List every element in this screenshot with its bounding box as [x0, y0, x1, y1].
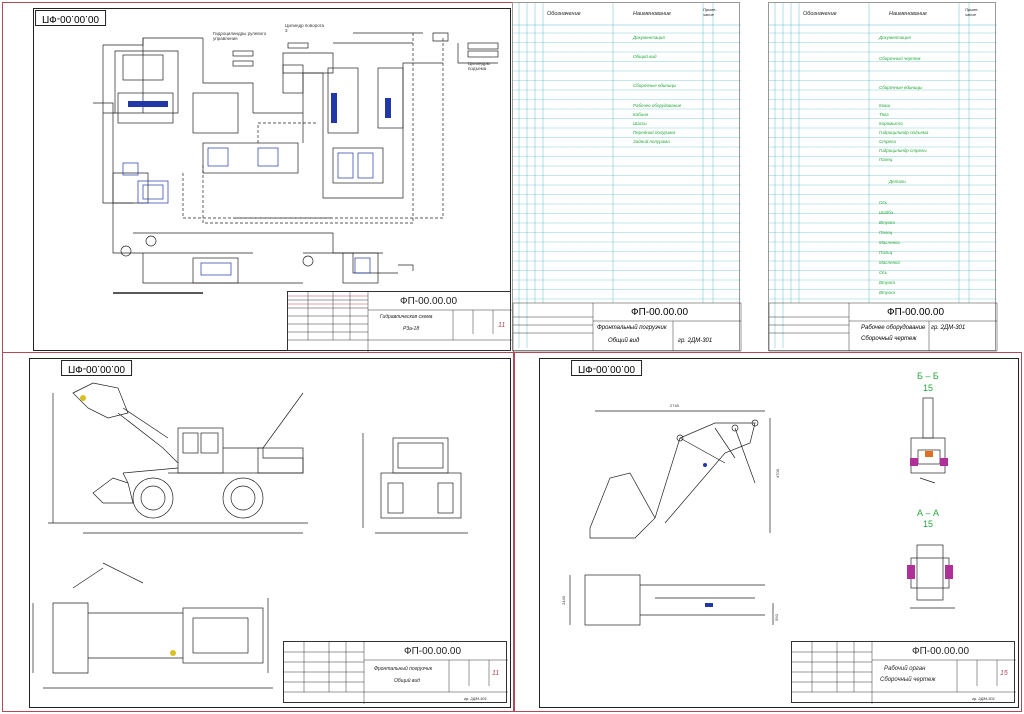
spec-row: Втулка	[879, 290, 896, 295]
stamp-subtitle: Р3а-18	[403, 326, 420, 332]
sheet-general-view: 00.00.00-ФП ФП-00.00.00 Фронтальный погр…	[2, 352, 514, 712]
sheet-working-body: 00.00.00-ФП 2745 4700 2440 550 Б – Б 15 …	[514, 352, 1022, 712]
stamp-subtitle: Общий вид	[608, 338, 640, 344]
stamp-group: гр. 2ДМ-301	[931, 325, 966, 331]
section-bb-label: Б – Б	[917, 371, 939, 381]
stamp-title: Рабочее оборудование	[861, 325, 926, 331]
title-block: ФП-00.00.00 Рабочий орган Сборочный черт…	[791, 641, 1016, 704]
spec-row: Сборочный чертеж	[879, 56, 921, 61]
spec-row: Гидроцилиндр подъема	[879, 130, 929, 135]
stamp-subtitle: Сборочный чертеж	[861, 336, 917, 342]
spec-row: Задний полурама	[633, 139, 670, 144]
label-lift-cylinders: Цилиндры подъема	[468, 61, 490, 71]
spec-row: Масленка	[879, 240, 900, 245]
dimension-plan-2: 550	[773, 614, 779, 621]
spec-row: Документация	[879, 35, 911, 40]
spec-header-note: Приме-чание	[965, 7, 979, 17]
stamp-title: Фронтальный погрузчик	[374, 666, 433, 672]
spec-row: Шайба	[879, 210, 894, 215]
sheet-specification-1: Обозначение Наименование Приме-чание Док…	[512, 2, 742, 352]
spec-grid	[512, 3, 742, 352]
stamp-code: ФП-00.00.00	[912, 646, 970, 657]
spec-row: Тяга	[879, 112, 889, 117]
dimension-top: 2745	[670, 403, 679, 408]
spec-row: Сборочные единицы	[633, 83, 677, 88]
spec-row: Втулка	[879, 220, 896, 225]
spec-header-name: Наименование	[889, 11, 927, 17]
spec-header-name: Наименование	[633, 11, 671, 17]
spec-row: Рабочее оборудование	[633, 103, 682, 108]
spec-row: Масленка	[879, 260, 900, 265]
section-aa-scale: 15	[923, 519, 934, 529]
stamp-subtitle: Сборочный чертеж	[880, 677, 936, 683]
spec-row: Палец	[879, 230, 893, 235]
spec-row: Ось	[879, 200, 888, 205]
stamp-title: Фронтальный погрузчик	[597, 325, 667, 331]
sheet-number: 11	[498, 322, 506, 329]
spec-row: Шасси	[633, 121, 647, 126]
title-block: ФП-00.00.00 Гидравлическая схема Р3а-18 …	[287, 291, 512, 352]
sheet-number: 11	[492, 670, 500, 677]
dimension-plan: 2440	[560, 596, 566, 605]
spec-row: Стрела	[879, 139, 896, 144]
stamp-subtitle: Общий вид	[394, 678, 421, 684]
spec-row: Сборочные единицы	[879, 85, 923, 90]
spec-row: Передний полурама	[633, 130, 676, 135]
sheet-hydraulic-scheme: 00.00.00-ФП Гидроцилиндры рулевого управ…	[2, 2, 514, 355]
stamp-title: Гидравлическая схема	[380, 314, 433, 320]
stamp-group: гр. 2ДМ-301	[972, 696, 995, 701]
stamp-code: ФП-00.00.00	[404, 646, 462, 657]
spec-row: Пальц	[879, 250, 893, 255]
section-bb-scale: 15	[923, 383, 934, 393]
spec-row: Детали	[889, 179, 906, 184]
label-steering-cylinders: Гидроцилиндры рулевого управления	[213, 31, 267, 41]
spec-row: Гидроцилиндр стрелы	[879, 148, 927, 153]
spec-row: Палец	[879, 157, 893, 162]
stamp-group: гр. 2ДМ-301	[464, 696, 487, 701]
stamp-code: ФП-00.00.00	[887, 307, 945, 318]
spec-row: Коромысло	[879, 121, 903, 126]
stamp-group: гр. 2ДМ-301	[678, 338, 713, 344]
spec-row: Ковш	[879, 103, 891, 108]
sheet-specification-2: Обозначение Наименование Приме-чание Док…	[768, 2, 998, 352]
title-block: ФП-00.00.00 Фронтальный погрузчик Общий …	[283, 641, 508, 704]
sheet-number: 15	[1000, 670, 1008, 677]
section-aa-label: А – А	[917, 508, 940, 518]
stamp-code: ФП-00.00.00	[631, 307, 689, 318]
spec-row: Кабина	[633, 112, 649, 117]
spec-header-note: Приме-чание	[703, 7, 717, 17]
stamp-code: ФП-00.00.00	[400, 296, 458, 307]
spec-row: Общий вид	[633, 54, 657, 59]
spec-header-designation: Обозначение	[803, 11, 837, 17]
stamp-title: Рабочий орган	[884, 666, 926, 672]
spec-row: Документация	[633, 35, 665, 40]
spec-header-designation: Обозначение	[547, 11, 581, 17]
dimension-side: 4700	[774, 469, 780, 478]
label-bucket-cylinder: Цилиндр поворота 3	[285, 23, 325, 33]
spec-row: Ось	[879, 270, 888, 275]
spec-row: Втулка	[879, 280, 896, 285]
